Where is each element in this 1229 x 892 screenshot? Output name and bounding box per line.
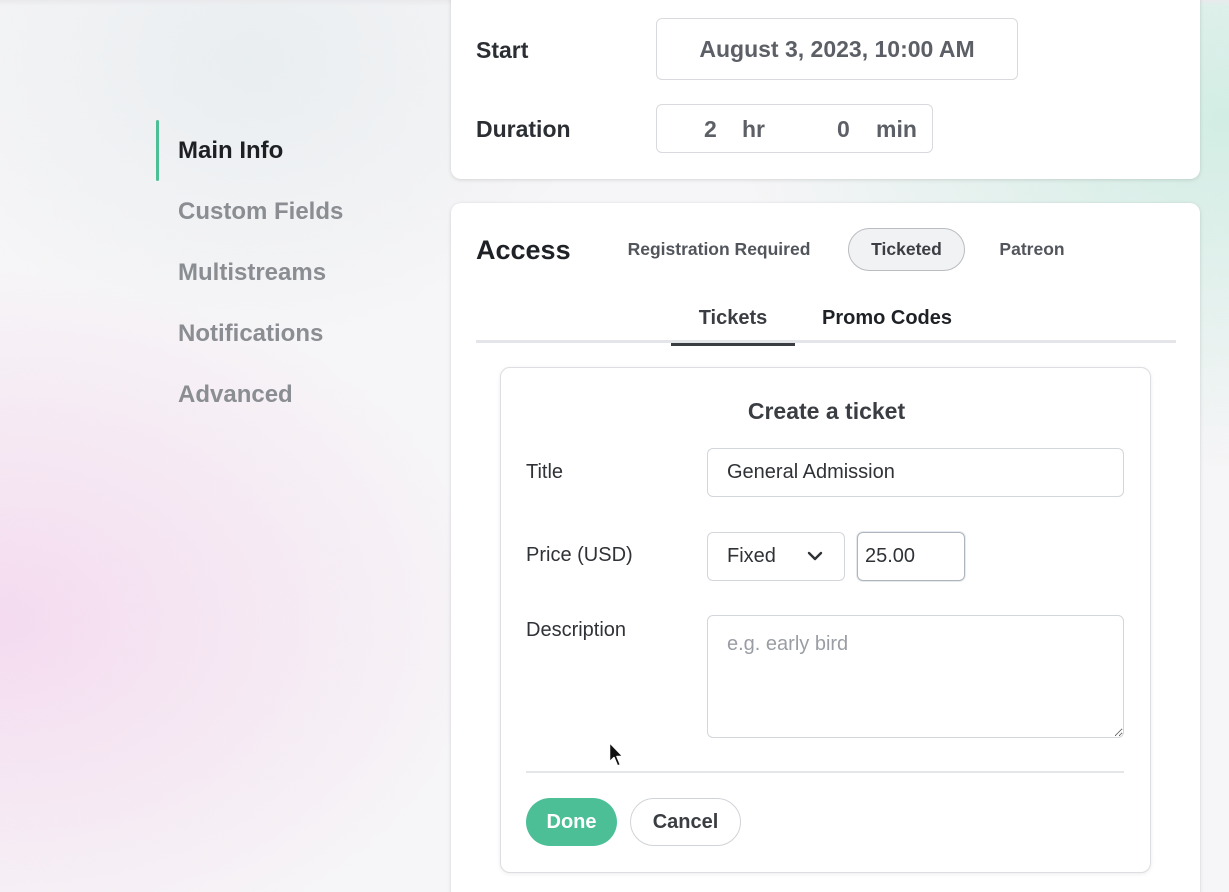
form-divider [526,771,1124,773]
access-card: Access Registration Required Ticketed Pa… [451,203,1200,892]
duration-field: 2 hr 0 min [656,104,933,153]
duration-minutes-input[interactable]: 0 [837,105,850,153]
price-type-select[interactable]: Fixed [707,532,845,581]
duration-hours-input[interactable]: 2 [704,105,717,153]
create-ticket-form: Create a ticket Title Price (USD) Fixed … [500,367,1151,873]
done-button[interactable]: Done [526,798,617,846]
access-title: Access [476,235,571,265]
description-textarea[interactable] [707,615,1124,738]
hours-unit: hr [742,116,765,142]
sidebar-item-main-info[interactable]: Main Info [156,120,416,181]
tab-tickets[interactable]: Tickets [671,299,795,346]
ticket-title-input[interactable] [707,448,1124,497]
price-label: Price (USD) [526,544,633,566]
ticket-tabs: Tickets Promo Codes [476,299,1176,346]
sidebar-item-multistreams[interactable]: Multistreams [156,242,416,303]
minutes-unit: min [876,116,917,142]
title-label: Title [526,461,564,483]
access-option-registration-required[interactable]: Registration Required [611,228,827,271]
price-type-value: Fixed [727,545,776,567]
sidebar-item-notifications[interactable]: Notifications [156,303,416,364]
schedule-card: Start August 3, 2023, 10:00 AM Duration … [451,0,1200,179]
start-datetime-field[interactable]: August 3, 2023, 10:00 AM [656,18,1018,80]
duration-label: Duration [476,116,571,142]
sidebar-nav: Main Info Custom Fields Multistreams Not… [156,120,416,425]
sidebar-item-advanced[interactable]: Advanced [156,364,416,425]
price-amount-input[interactable] [857,532,965,581]
description-label: Description [526,619,627,641]
access-option-ticketed[interactable]: Ticketed [848,228,965,271]
cancel-button[interactable]: Cancel [630,798,741,846]
chevron-down-icon [807,551,823,561]
sidebar-item-custom-fields[interactable]: Custom Fields [156,181,416,242]
tab-promo-codes[interactable]: Promo Codes [808,299,966,343]
form-heading: Create a ticket [747,398,906,424]
access-option-patreon[interactable]: Patreon [989,228,1075,271]
mouse-cursor-icon [608,741,624,767]
start-label: Start [476,37,529,63]
